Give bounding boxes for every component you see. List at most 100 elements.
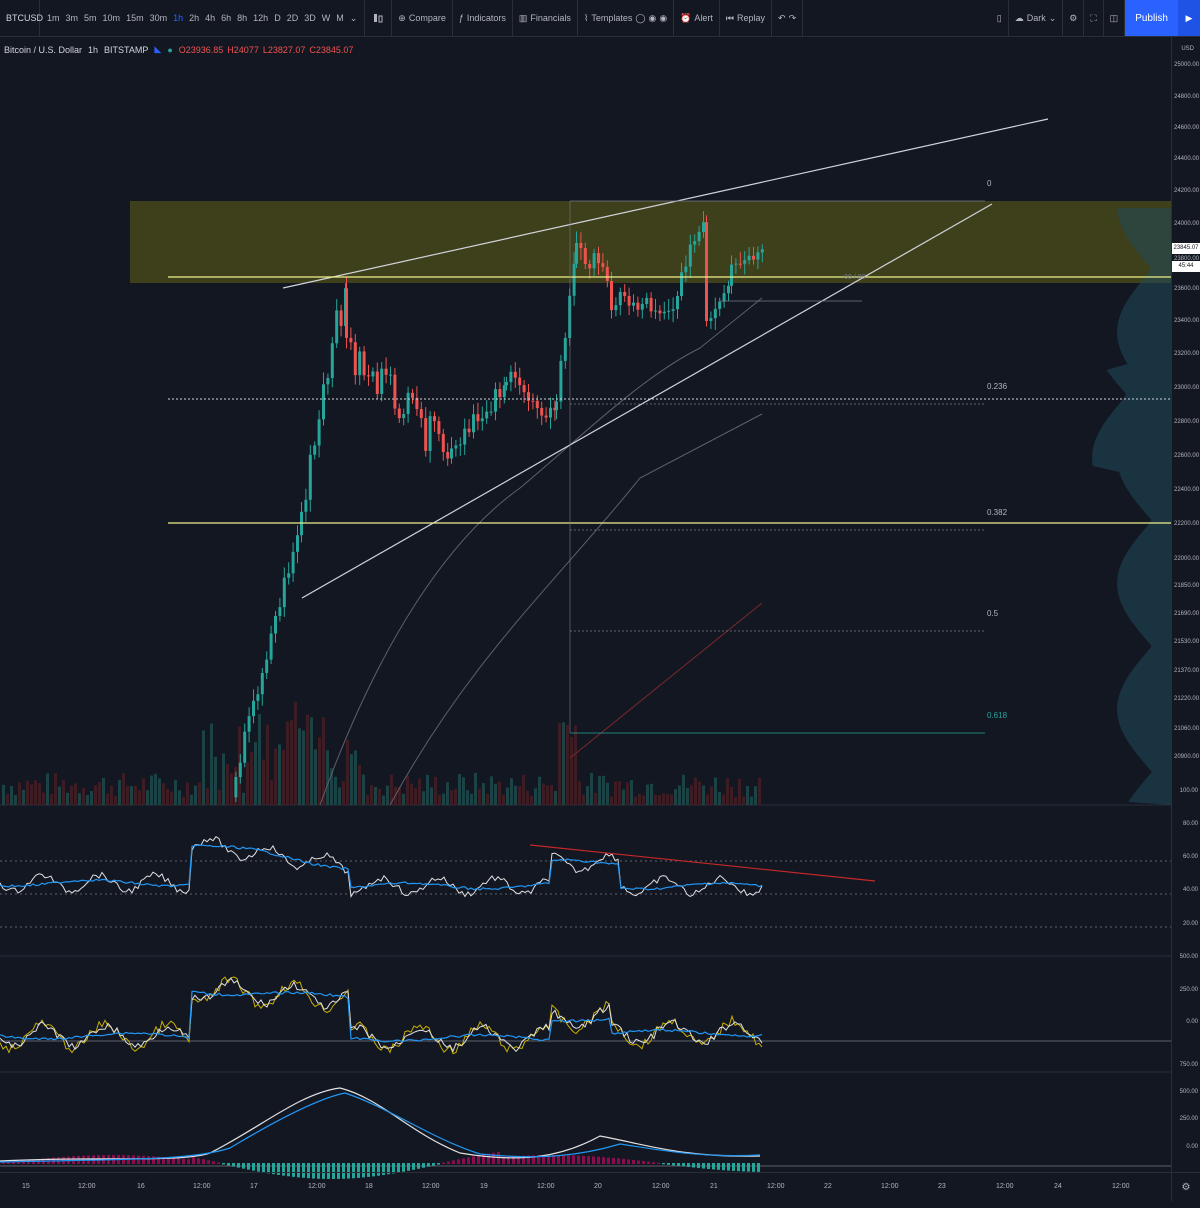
redo-icon[interactable]: ↷ [789,13,797,24]
volume-bar [410,783,413,805]
macd-histogram-bar [412,1163,415,1170]
publish-button[interactable]: Publish [1125,0,1178,36]
interval-8h[interactable]: 8h [234,13,250,23]
candle-body [252,700,255,717]
interval-12h[interactable]: 12h [250,13,271,23]
interval-1h[interactable]: 1h [170,13,186,23]
financials-button[interactable]: ▥ Financials [513,0,578,36]
price-label: 23400.00 [1174,318,1200,324]
volume-bar [690,785,693,805]
interval-D[interactable]: D [271,13,284,23]
compare-label: Compare [408,13,446,23]
volume-bar [294,701,297,805]
price-label: 23200.00 [1174,351,1200,357]
volume-bar [26,780,29,805]
volume-bar [686,788,689,805]
snapshot-button[interactable]: ◫ [1104,0,1126,36]
volume-bar [118,779,121,805]
interval-6h[interactable]: 6h [218,13,234,23]
volume-bar [442,793,445,805]
candle-body [572,263,576,296]
volume-bar [134,785,137,805]
candle-body [480,418,484,422]
replay-button[interactable]: ⏮ Replay [720,0,773,36]
time-axis[interactable]: 15 12:00 16 12:00 17 12:00 18 12:00 19 12:00 20 12:… [0,1172,1172,1201]
alert-button[interactable]: ⏰ Alert [674,0,720,36]
circle-icon[interactable]: ◉ [648,13,656,24]
macd-histogram-bar [237,1163,240,1168]
symbol-search[interactable]: BTCUSD [0,0,43,36]
play-icon: ▶ [1185,12,1193,23]
volume-bar [538,776,541,805]
candle-body [730,264,733,286]
chart-type-button[interactable] [365,0,393,36]
last-price-value: 23845.07 [1173,245,1199,251]
interval-4h[interactable]: 4h [202,13,218,23]
candle-body [649,297,653,312]
fib-label-0236: 0.236 [987,382,1008,391]
macd-histogram-bar [187,1159,190,1164]
time-label: 19 [480,1183,488,1190]
volume-bar [306,714,309,805]
candle-body [406,392,410,415]
candle-body [349,337,353,343]
volume-bar [334,776,337,805]
candle-body [610,280,613,311]
interval-W[interactable]: W [319,13,334,23]
volume-bar [610,796,613,805]
macd-histogram-bar [597,1156,600,1164]
volume-bar [754,786,757,805]
circle-icon[interactable]: ◯ [635,13,645,24]
interval-2h[interactable]: 2h [186,13,202,23]
interval-3m[interactable]: 3m [63,13,82,23]
interval-10m[interactable]: 10m [100,13,124,23]
circle-icon[interactable]: ◉ [659,13,667,24]
compare-button[interactable]: ⊕ Compare [392,0,453,36]
interval-3D[interactable]: 3D [301,13,319,23]
currency-label: USD [1181,46,1194,52]
price-axis[interactable]: 25000.00 24800.00 24600.00 24400.00 24200.00… [1171,36,1200,1172]
interval-2D[interactable]: 2D [284,13,302,23]
volume-bar [50,793,53,805]
volume-bar [562,722,565,805]
publish-menu-button[interactable]: ▶ [1178,0,1200,36]
templates-button[interactable]: ⌇ Templates ◯ ◉ ◉ [578,0,675,36]
volume-bar [190,794,193,805]
interval-15m[interactable]: 15m [123,13,147,23]
interval-dropdown-icon[interactable]: ⌄ [347,13,361,24]
volume-bar [698,781,701,805]
layout-button[interactable]: ▯ [991,0,1009,36]
candle-body [540,408,544,416]
macd-histogram-bar [562,1155,565,1164]
candle-body [702,222,705,232]
interval-M[interactable]: M [333,13,347,23]
interval-30m[interactable]: 30m [147,13,171,23]
volume-bar [654,794,657,805]
candle-body [671,309,675,311]
interval-5m[interactable]: 5m [81,13,100,23]
volume-bar [710,786,713,805]
volume-bar [730,787,733,805]
indicators-button[interactable]: ƒ Indicators [453,0,513,36]
time-label: 21 [710,1183,718,1190]
candles-icon [374,14,383,23]
volume-bar [138,790,141,805]
axis-settings-button[interactable]: ⚙ [1171,1172,1200,1201]
undo-button[interactable]: ↶ ↷ [772,0,804,36]
settings-button[interactable]: ⚙ [1063,0,1085,36]
fib-label-0382: 0.382 [987,508,1008,517]
candle-body [446,452,450,459]
volume-bar [646,784,649,805]
interval-1m[interactable]: 1m [44,13,63,23]
volume-bar [18,782,21,805]
volume-bar [526,790,529,805]
fullscreen-button[interactable]: ⛶ [1084,0,1104,36]
macd-histogram-bar [742,1163,745,1172]
theme-button[interactable]: ☁ Dark ⌄ [1009,0,1064,36]
macd-histogram-bar [642,1160,645,1164]
candle-body [463,428,467,445]
price-chart[interactable] [0,36,1172,1208]
macd-histogram-bar [727,1163,730,1171]
volume-bar [678,785,681,805]
candle-body [304,499,308,512]
